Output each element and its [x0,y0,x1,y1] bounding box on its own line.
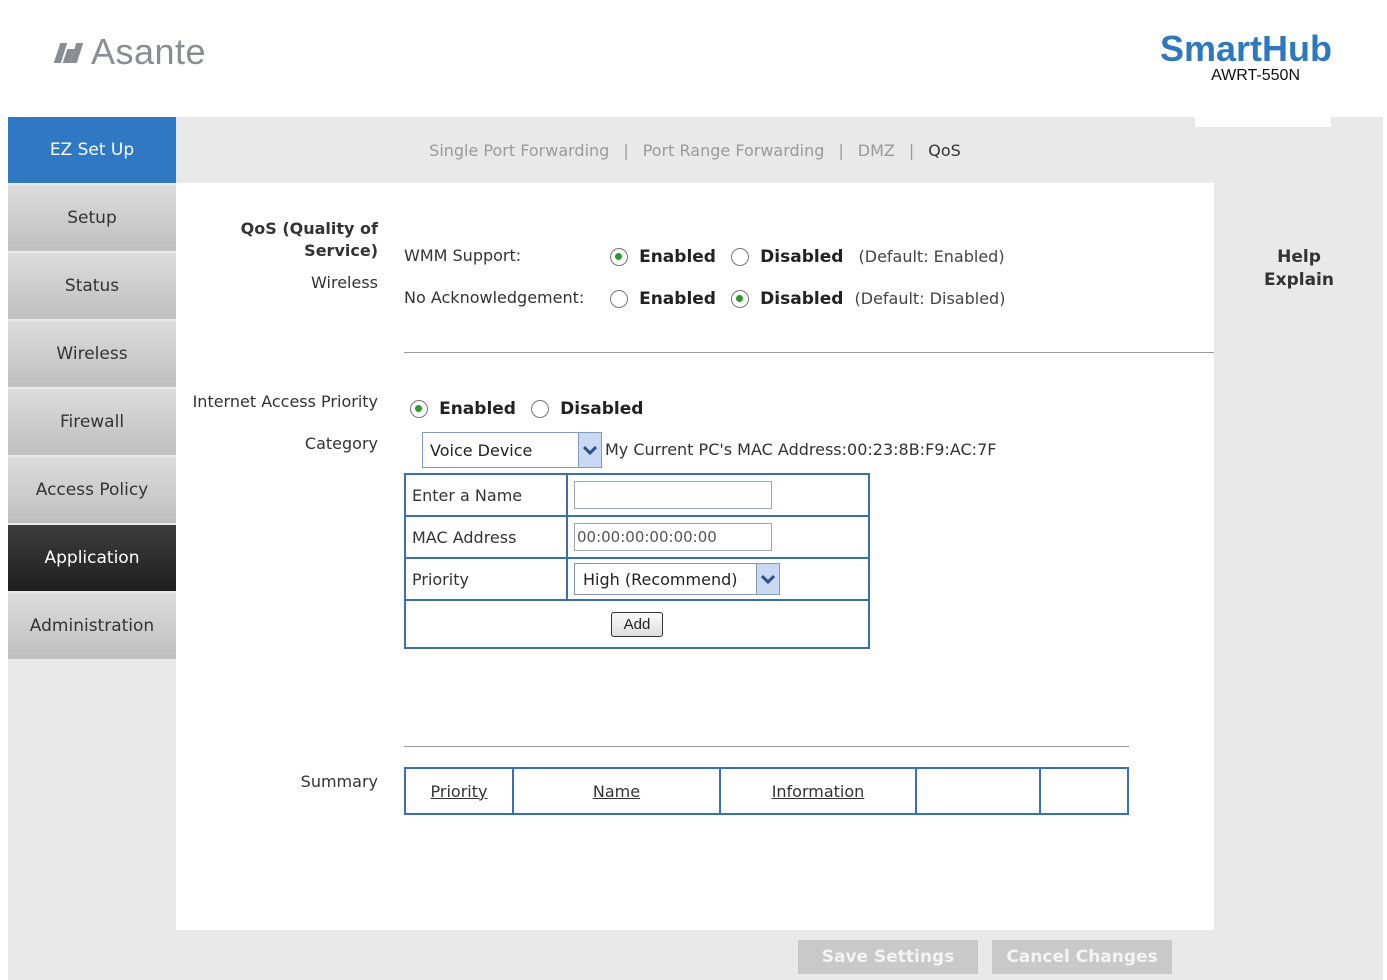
save-settings-button[interactable]: Save Settings [798,940,978,974]
wmm-options: Enabled Disabled (Default: Enabled) [610,246,1005,267]
tab-dmz[interactable]: DMZ [858,141,895,160]
priority-options: Enabled Disabled [410,398,649,419]
help-panel: Help Explain [1218,246,1380,292]
sub-navigation: Single Port Forwarding | Port Range Forw… [176,117,1214,183]
form-row-priority: Priority High (Recommend) [404,557,870,601]
noack-default-note: (Default: Disabled) [854,289,1006,308]
help-link[interactable]: Help [1218,246,1380,269]
sidebar-nav: EZ Set Up Setup Status Wireless Firewall… [8,117,176,661]
chevron-down-icon[interactable] [578,433,601,467]
help-explain: Explain [1264,270,1334,290]
sidebar-item-firewall[interactable]: Firewall [8,389,176,455]
summary-col-empty-2 [1039,767,1129,815]
summary-table: Priority Name Information [404,767,1129,815]
priority-select[interactable]: High (Recommend) [574,563,780,595]
sidebar-item-administration[interactable]: Administration [8,593,176,659]
noack-disabled-label: Disabled [760,288,844,309]
model-number: AWRT-550N [1211,67,1300,84]
mac-field-cell [566,515,870,559]
sidebar-item-wireless[interactable]: Wireless [8,321,176,387]
summary-col-name[interactable]: Name [512,767,721,815]
wireless-label: Wireless [311,273,378,292]
brand-name: Asante [91,31,207,72]
add-button[interactable]: Add [610,611,664,637]
subnav-separator: | [838,140,844,160]
asante-logo: Asante [53,31,207,72]
product-name: SmartHub [1159,28,1332,69]
priority-enabled-label: Enabled [439,398,516,419]
summary-header-row: Priority Name Information [404,767,1129,815]
summary-col-empty-1 [915,767,1041,815]
priority-disabled-label: Disabled [560,398,644,419]
help-notch [1195,100,1331,127]
section-divider [404,352,1214,353]
sidebar-item-setup[interactable]: Setup [8,185,176,251]
name-field-cell [566,473,870,517]
summary-col-priority[interactable]: Priority [404,767,514,815]
wmm-disabled-radio[interactable] [731,247,750,266]
chevron-down-icon[interactable] [756,564,779,594]
mac-field-label: MAC Address [404,515,568,559]
priority-disabled-radio[interactable] [531,399,550,418]
tab-port-range-forwarding[interactable]: Port Range Forwarding [643,141,825,160]
wmm-enabled-radio[interactable] [610,247,628,266]
priority-field-cell: High (Recommend) [566,557,870,601]
subnav-separator: | [623,140,629,160]
noack-enabled-radio[interactable] [610,289,628,308]
noack-options: Enabled Disabled (Default: Disabled) [610,288,1005,309]
sidebar-item-status[interactable]: Status [8,253,176,319]
cancel-changes-button[interactable]: Cancel Changes [992,940,1172,974]
summary-divider [404,746,1129,747]
subnav-separator: | [908,140,915,160]
tab-qos[interactable]: QoS [928,141,961,160]
sidebar-item-application[interactable]: Application [8,525,176,591]
mac-address-input[interactable] [574,523,772,551]
form-row-mac: MAC Address [404,515,870,559]
sidebar-item-ez-setup[interactable]: EZ Set Up [8,117,176,183]
wmm-label: WMM Support: [404,246,522,265]
asante-logo-icon [53,41,84,63]
wmm-enabled-label: Enabled [639,246,716,267]
tab-single-port-forwarding[interactable]: Single Port Forwarding [429,141,609,160]
qos-section-title: QoS (Quality of Service) [240,219,378,260]
category-select-value: Voice Device [430,440,533,460]
form-row-add: Add [404,599,870,649]
current-mac-info: My Current PC's MAC Address:00:23:8B:F9:… [605,440,997,459]
sidebar-item-access-policy[interactable]: Access Policy [8,457,176,523]
category-label: Category [304,434,378,453]
summary-label: Summary [300,772,378,791]
name-field-label: Enter a Name [404,473,568,517]
product-logo: SmartHub AWRT-550N [1160,30,1332,84]
category-select[interactable]: Voice Device [422,432,602,468]
noack-disabled-radio[interactable] [731,289,750,308]
priority-select-value: High (Recommend) [583,569,738,589]
wmm-default-note: (Default: Enabled) [858,247,1005,266]
add-device-form: Enter a Name MAC Address Priority High (… [404,473,870,649]
name-input[interactable] [574,481,772,509]
add-button-cell: Add [404,599,870,649]
form-row-name: Enter a Name [404,473,870,517]
noack-label: No Acknowledgement: [404,288,585,307]
wmm-disabled-label: Disabled [760,246,844,267]
noack-enabled-label: Enabled [639,288,716,309]
internet-access-priority-label: Internet Access Priority [192,392,378,411]
summary-col-information[interactable]: Information [719,767,917,815]
priority-enabled-radio[interactable] [410,399,428,418]
priority-field-label: Priority [404,557,568,601]
